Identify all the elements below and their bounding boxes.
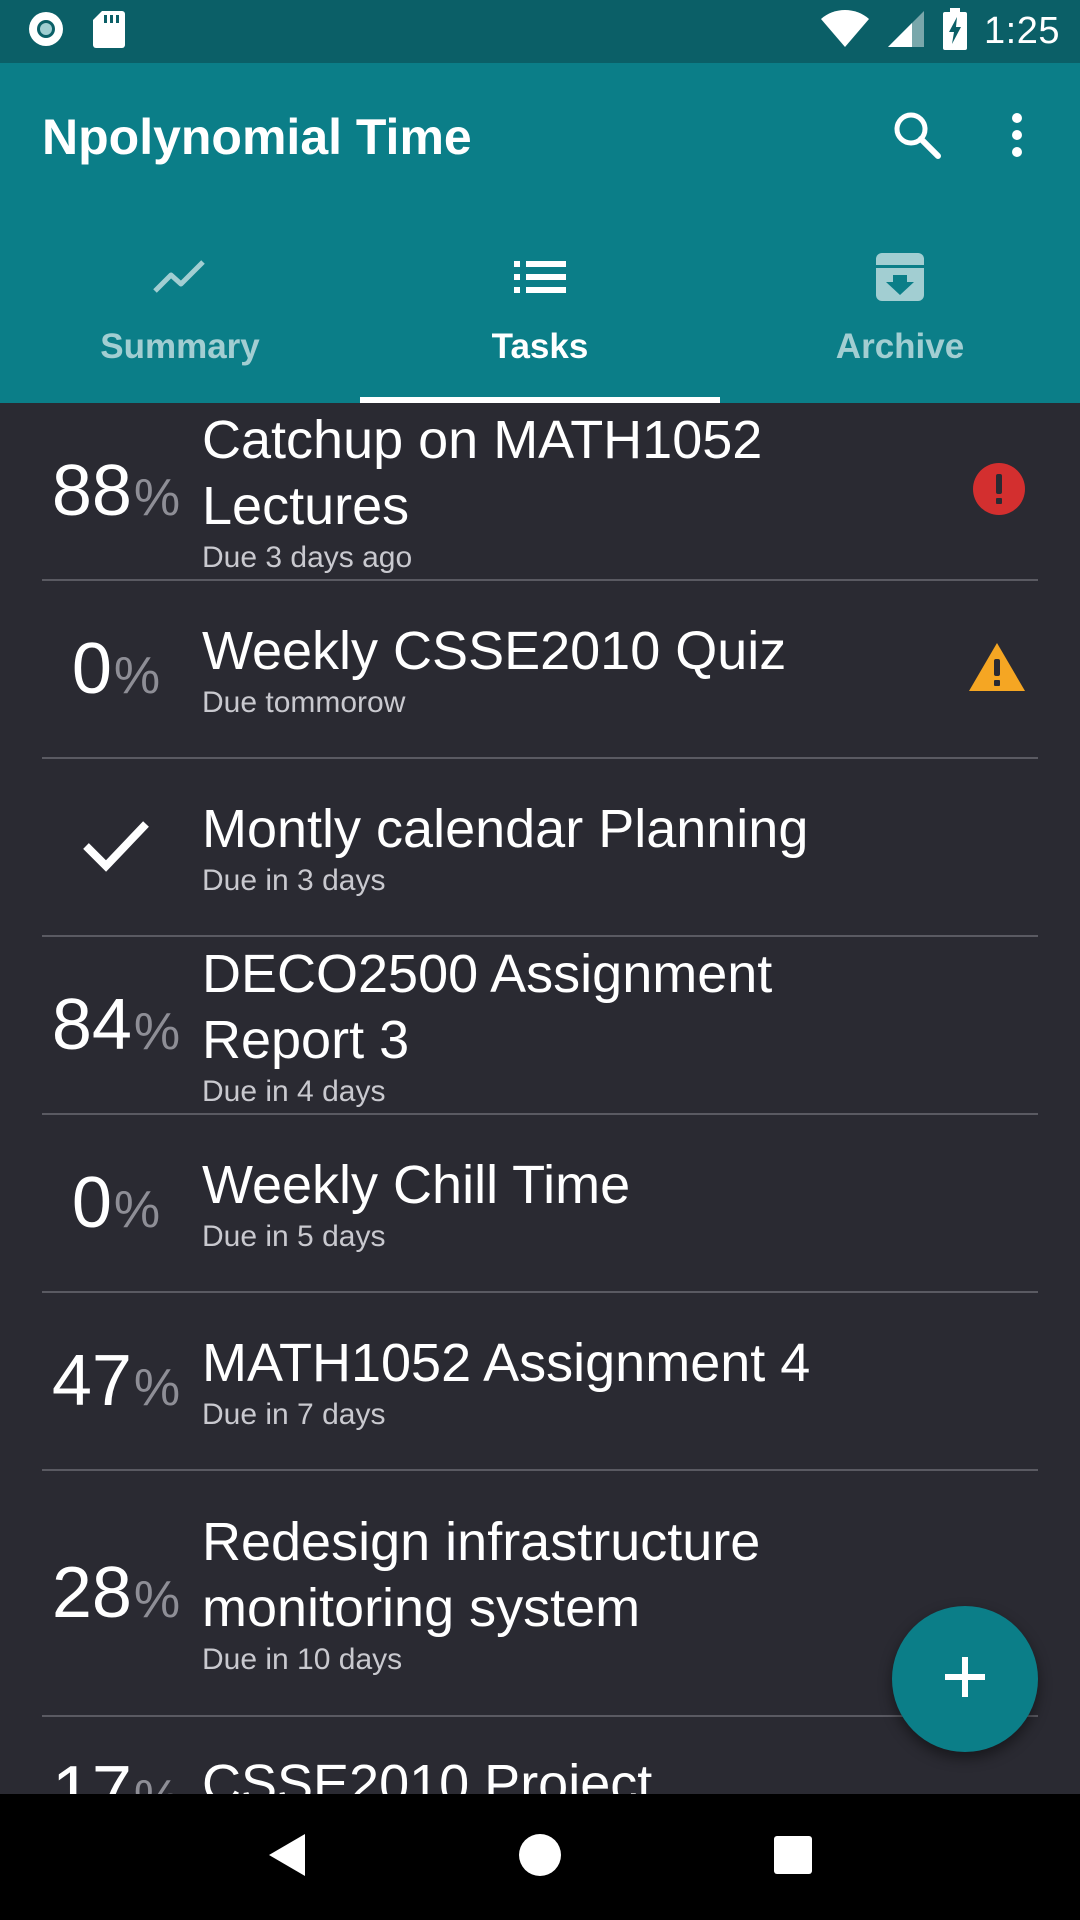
tab-tasks[interactable]: Tasks [360,211,720,403]
status-bar: 1:25 [0,0,1080,63]
completed-check [42,818,202,877]
task-title: Weekly CSSE2010 Quiz [202,621,787,681]
warning-icon [968,641,1026,698]
percent-sign: % [133,1003,181,1061]
more-vert-icon [1009,111,1025,164]
archive-icon [874,249,926,305]
tab-label-tasks: Tasks [491,327,589,366]
overdue-error-icon [972,462,1026,521]
task-due: Due in 10 days [202,1643,403,1676]
search-icon [891,109,943,166]
tab-summary[interactable]: Summary [0,211,360,403]
percent-sign: % [113,1181,161,1239]
task-title: Weekly Chill Time [202,1155,631,1215]
task-progress: 47% [42,1340,202,1422]
add-task-button[interactable] [892,1606,1038,1752]
add-icon [943,1655,987,1704]
task-title: Catchup on MATH1052 Lectures [202,410,763,536]
check-icon [82,818,150,877]
trending-icon [152,249,208,305]
sd-card-icon [92,9,126,54]
progress-value: 88 [51,451,132,531]
task-item[interactable]: 28% Redesign infrastructure monitoring s… [42,1471,1038,1717]
task-progress: 84% [42,984,202,1066]
back-icon [267,1832,307,1883]
toolbar: Npolynomial Time [0,63,1080,211]
task-title: CSSE2010 Project [202,1754,653,1794]
task-title: Redesign infrastructure monitoring syste… [202,1512,761,1638]
task-title: Montly calendar Planning [202,799,809,859]
task-list: 88% Catchup on MATH1052 Lectures Due 3 d… [0,403,1080,1794]
list-icon [514,249,566,305]
task-due: Due in 5 days [202,1220,386,1253]
more-options-button[interactable] [972,82,1062,192]
task-due: Due in 7 days [202,1398,386,1431]
battery-charging-icon [942,8,968,55]
task-progress: 0% [42,1162,202,1244]
percent-sign: % [133,1571,181,1629]
task-due: Due 3 days ago [202,541,413,574]
status-time: 1:25 [984,10,1060,52]
back-button[interactable] [242,1812,332,1902]
task-title: MATH1052 Assignment 4 [202,1333,811,1393]
percent-sign: % [113,647,161,705]
recents-button[interactable] [748,1812,838,1902]
system-nav-bar [0,1794,1080,1920]
task-item[interactable]: 17% CSSE2010 Project [42,1717,1038,1794]
app-title: Npolynomial Time [42,109,472,165]
search-button[interactable] [862,82,972,192]
tab-bar: Summary Tasks Archive [0,211,1080,403]
task-item[interactable]: 0% Weekly Chill Time Due in 5 days [42,1115,1038,1293]
home-button[interactable] [495,1812,585,1902]
task-progress: 88% [42,450,202,532]
wifi-icon [820,9,870,54]
task-item[interactable]: 84% DECO2500 Assignment Report 3 Due in … [42,937,1038,1115]
task-due: Due in 3 days [202,864,386,897]
home-icon [518,1833,562,1882]
task-due: Due in 4 days [202,1075,386,1108]
task-due: Due tommorow [202,686,406,719]
task-title: DECO2500 Assignment Report 3 [202,944,773,1070]
task-item[interactable]: 0% Weekly CSSE2010 Quiz Due tommorow [42,581,1038,759]
task-item[interactable]: Montly calendar Planning Due in 3 days [42,759,1038,937]
progress-value: 0 [71,1163,112,1243]
progress-value: 47 [51,1341,132,1421]
signal-icon [886,9,926,54]
percent-sign: % [133,469,181,527]
app-bar: Npolynomial Time Summary Tasks Archive [0,63,1080,403]
recents-icon [773,1835,813,1880]
percent-sign: % [133,1359,181,1417]
tab-label-summary: Summary [100,327,260,366]
progress-value: 17 [51,1752,132,1794]
progress-value: 0 [71,629,112,709]
task-progress: 28% [42,1552,202,1634]
task-progress: 17% [42,1751,202,1794]
record-icon [26,9,66,54]
percent-sign: % [134,1769,180,1794]
tab-archive[interactable]: Archive [720,211,1080,403]
tab-label-archive: Archive [835,327,965,366]
task-item[interactable]: 88% Catchup on MATH1052 Lectures Due 3 d… [42,403,1038,581]
task-progress: 0% [42,628,202,710]
progress-value: 28 [51,1553,132,1633]
progress-value: 84 [51,985,132,1065]
task-item[interactable]: 47% MATH1052 Assignment 4 Due in 7 days [42,1293,1038,1471]
